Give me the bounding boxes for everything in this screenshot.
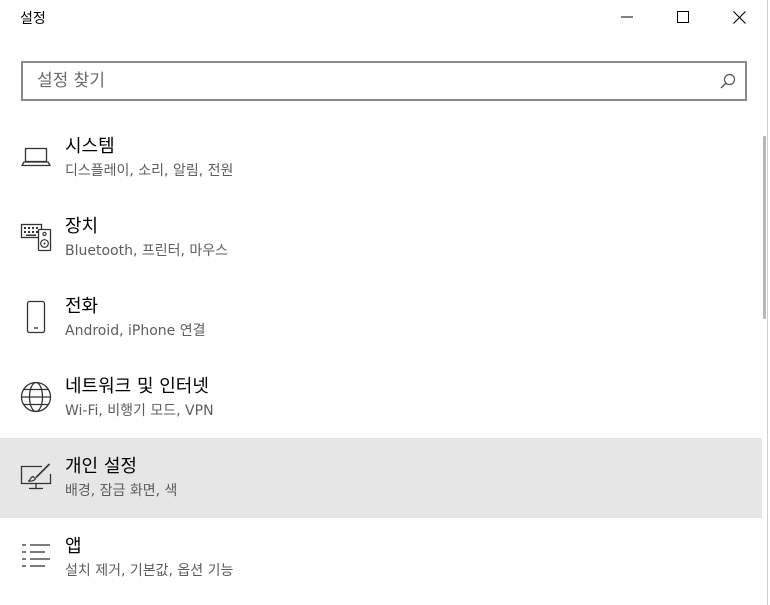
category-personalization[interactable]: 개인 설정 배경, 잠금 화면, 색	[0, 438, 762, 518]
maximize-button[interactable]	[660, 0, 706, 34]
personalization-icon	[19, 460, 53, 494]
search-input[interactable]	[37, 63, 717, 99]
category-title: 앱	[65, 536, 82, 557]
category-network[interactable]: 네트워크 및 인터넷 Wi-Fi, 비행기 모드, VPN	[0, 358, 762, 438]
search-icon[interactable]	[720, 73, 736, 93]
phone-icon	[19, 300, 53, 334]
settings-category-list: 시스템 디스플레이, 소리, 알림, 전원 장치 Bluetooth, 프린터,…	[0, 118, 762, 598]
category-subtitle: 디스플레이, 소리, 알림, 전원	[65, 163, 234, 179]
globe-icon	[19, 380, 53, 414]
search-box	[21, 61, 747, 101]
category-subtitle: Android, iPhone 연결	[65, 323, 206, 339]
category-subtitle: 배경, 잠금 화면, 색	[65, 483, 178, 499]
category-subtitle: Wi-Fi, 비행기 모드, VPN	[65, 403, 214, 419]
window-title: 설정	[20, 11, 46, 27]
minimize-icon	[621, 16, 633, 18]
minimize-button[interactable]	[604, 0, 650, 34]
close-button[interactable]	[716, 0, 762, 34]
category-system[interactable]: 시스템 디스플레이, 소리, 알림, 전원	[0, 118, 762, 198]
apps-list-icon	[19, 540, 53, 574]
category-title: 네트워크 및 인터넷	[65, 376, 209, 397]
category-subtitle: 설치 제거, 기본값, 옵션 기능	[65, 563, 234, 579]
category-title: 시스템	[65, 136, 115, 157]
laptop-icon	[19, 140, 53, 174]
category-devices[interactable]: 장치 Bluetooth, 프린터, 마우스	[0, 198, 762, 278]
keyboard-speaker-icon	[19, 220, 53, 254]
category-subtitle: Bluetooth, 프린터, 마우스	[65, 243, 229, 259]
maximize-icon	[677, 11, 689, 23]
category-phone[interactable]: 전화 Android, iPhone 연결	[0, 278, 762, 358]
category-title: 장치	[65, 216, 99, 237]
category-apps[interactable]: 앱 설치 제거, 기본값, 옵션 기능	[0, 518, 762, 598]
window-border	[767, 0, 768, 605]
scrollbar[interactable]	[763, 136, 766, 319]
close-icon	[732, 10, 746, 24]
title-bar: 설정	[0, 0, 770, 34]
category-title: 개인 설정	[65, 456, 137, 477]
category-title: 전화	[65, 296, 99, 317]
